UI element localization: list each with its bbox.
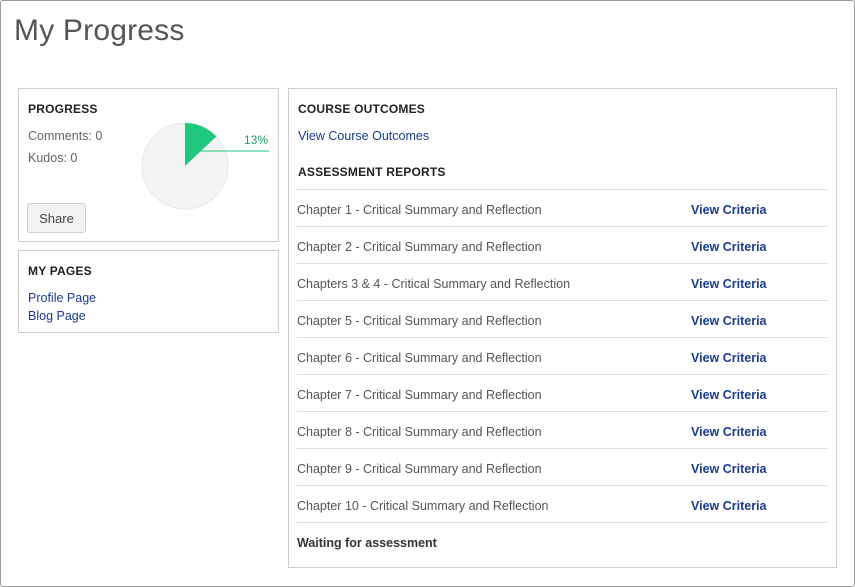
report-row: Chapter 6 - Critical Summary and Reflect… [297, 337, 827, 374]
kudos-count: Kudos: 0 [28, 151, 78, 165]
my-pages-card: MY PAGES Profile Page Blog Page [18, 250, 279, 333]
view-criteria-link[interactable]: View Criteria [691, 203, 767, 217]
report-row: Chapter 8 - Critical Summary and Reflect… [297, 411, 827, 448]
page-title: My Progress [14, 14, 185, 47]
report-row: Chapter 1 - Critical Summary and Reflect… [297, 189, 827, 226]
report-name: Chapter 8 - Critical Summary and Reflect… [297, 425, 542, 439]
view-criteria-link[interactable]: View Criteria [691, 277, 767, 291]
report-row: Chapters 3 & 4 - Critical Summary and Re… [297, 263, 827, 300]
report-name: Chapter 9 - Critical Summary and Reflect… [297, 462, 542, 476]
report-name: Chapter 1 - Critical Summary and Reflect… [297, 203, 542, 217]
my-pages-heading: MY PAGES [28, 264, 92, 278]
progress-card: PROGRESS Comments: 0 Kudos: 0 13% Share [18, 88, 279, 242]
report-row: Chapter 5 - Critical Summary and Reflect… [297, 300, 827, 337]
report-row: Chapter 9 - Critical Summary and Reflect… [297, 448, 827, 485]
view-criteria-link[interactable]: View Criteria [691, 425, 767, 439]
view-criteria-link[interactable]: View Criteria [691, 314, 767, 328]
view-criteria-link[interactable]: View Criteria [691, 240, 767, 254]
comments-count: Comments: 0 [28, 129, 103, 143]
view-criteria-link[interactable]: View Criteria [691, 388, 767, 402]
course-outcomes-heading: COURSE OUTCOMES [298, 102, 426, 116]
view-criteria-link[interactable]: View Criteria [691, 351, 767, 365]
progress-pie-chart: 13% [141, 122, 281, 214]
progress-percent-label: 13% [244, 133, 269, 147]
share-button[interactable]: Share [27, 203, 86, 233]
progress-heading: PROGRESS [28, 102, 98, 116]
profile-page-link[interactable]: Profile Page [28, 291, 96, 305]
report-row-footer: Waiting for assessment [297, 522, 827, 559]
blog-page-link[interactable]: Blog Page [28, 309, 86, 323]
report-name: Chapter 6 - Critical Summary and Reflect… [297, 351, 542, 365]
view-criteria-link[interactable]: View Criteria [691, 499, 767, 513]
waiting-for-assessment-label: Waiting for assessment [297, 536, 437, 550]
report-name: Chapters 3 & 4 - Critical Summary and Re… [297, 277, 571, 291]
report-name: Chapter 2 - Critical Summary and Reflect… [297, 240, 542, 254]
report-row: Chapter 2 - Critical Summary and Reflect… [297, 226, 827, 263]
outcomes-card: COURSE OUTCOMES View Course Outcomes ASS… [288, 88, 837, 568]
assessment-reports-heading: ASSESSMENT REPORTS [298, 165, 446, 179]
report-name: Chapter 10 - Critical Summary and Reflec… [297, 499, 549, 513]
report-row: Chapter 7 - Critical Summary and Reflect… [297, 374, 827, 411]
report-name: Chapter 5 - Critical Summary and Reflect… [297, 314, 542, 328]
view-criteria-link[interactable]: View Criteria [691, 462, 767, 476]
report-name: Chapter 7 - Critical Summary and Reflect… [297, 388, 542, 402]
report-row: Chapter 10 - Critical Summary and Reflec… [297, 485, 827, 522]
view-course-outcomes-link[interactable]: View Course Outcomes [298, 129, 429, 143]
